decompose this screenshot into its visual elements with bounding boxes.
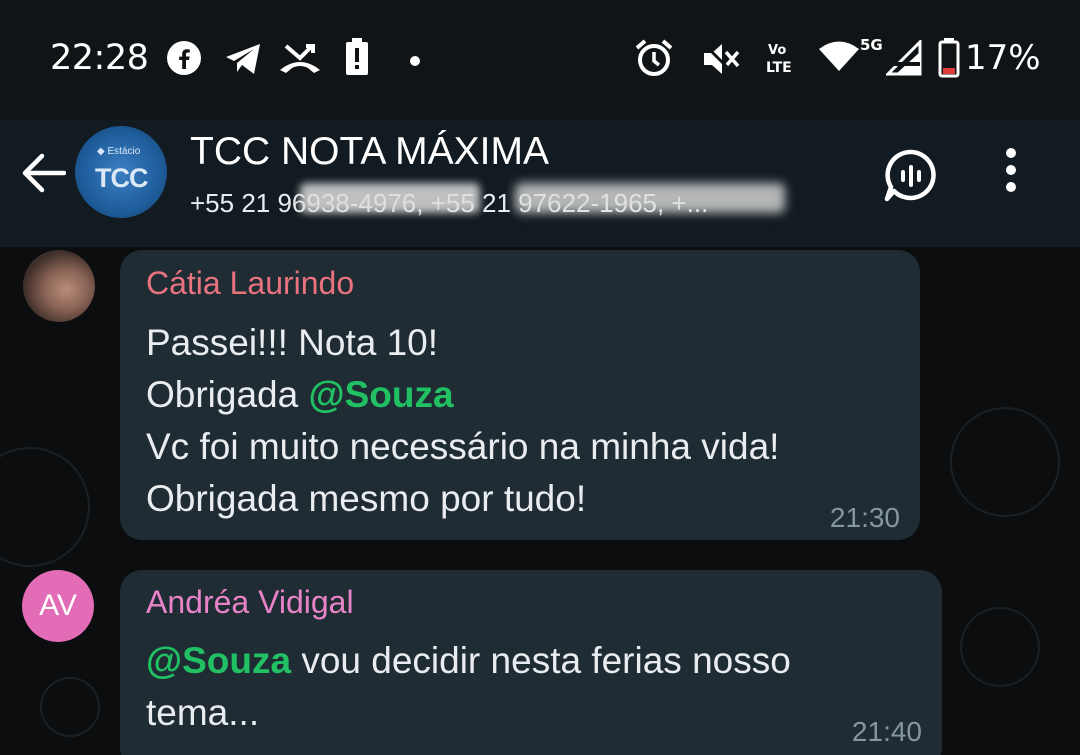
battery-icon xyxy=(938,38,960,82)
volte-icon: Vo LTE xyxy=(766,40,802,80)
network-label: 5G xyxy=(860,36,883,54)
avatar-brand-text: ◆ Estácio xyxy=(97,146,141,157)
redaction-blur xyxy=(515,183,785,213)
sender-name[interactable]: Cátia Laurindo xyxy=(146,265,354,302)
facebook-icon xyxy=(166,40,202,80)
sender-avatar[interactable] xyxy=(23,250,95,322)
status-time: 22:28 xyxy=(50,38,149,78)
more-options-icon[interactable] xyxy=(1004,148,1018,196)
chat-area[interactable]: Cátia Laurindo Passei!!! Nota 10! Obriga… xyxy=(0,247,1080,755)
message-line: Obrigada @Souza xyxy=(146,369,779,421)
message-line: tema... xyxy=(146,692,260,733)
wallpaper-doodle xyxy=(950,407,1060,517)
avatar-logo-text: TCC xyxy=(95,163,148,193)
message-line: Passei!!! Nota 10! xyxy=(146,322,439,363)
group-avatar[interactable]: ◆ Estácio TCC xyxy=(75,126,167,218)
status-bar: 22:28 Vo LTE 5G 17% xyxy=(0,0,1080,120)
dot-icon xyxy=(409,52,421,71)
mute-icon xyxy=(700,40,740,82)
alert-icon xyxy=(344,38,370,80)
message-timestamp: 21:30 xyxy=(829,502,900,533)
message-text: Passei!!! Nota 10! Obrigada @Souza Vc fo… xyxy=(146,317,779,525)
sender-avatar[interactable]: AV xyxy=(22,570,94,642)
message-line: Obrigada mesmo por tudo! xyxy=(146,478,587,519)
chat-header: ◆ Estácio TCC TCC NOTA MÁXIMA +55 21 969… xyxy=(0,120,1080,247)
svg-text:Vo: Vo xyxy=(768,43,786,58)
wallpaper-doodle xyxy=(40,677,100,737)
battery-percent: 17% xyxy=(965,38,1041,78)
back-arrow-icon[interactable] xyxy=(20,150,67,200)
message-line: @Souza vou decidir nesta ferias nosso xyxy=(146,635,791,687)
redaction-blur xyxy=(300,183,480,213)
message-bubble[interactable]: Andréa Vidigal @Souza vou decidir nesta … xyxy=(120,570,942,755)
wallpaper-doodle xyxy=(0,447,90,567)
alarm-icon xyxy=(634,38,674,82)
message-text: @Souza vou decidir nesta ferias nosso te… xyxy=(146,635,791,739)
mention-link[interactable]: @Souza xyxy=(309,374,454,415)
message-timestamp: 21:40 xyxy=(851,716,922,747)
svg-text:LTE: LTE xyxy=(766,60,792,76)
message-bubble[interactable]: Cátia Laurindo Passei!!! Nota 10! Obriga… xyxy=(120,250,920,540)
signal-icon xyxy=(884,38,922,80)
missed-call-icon xyxy=(278,40,322,78)
message-text-prefix: Obrigada xyxy=(146,374,309,415)
telegram-icon xyxy=(224,42,262,80)
voice-chat-icon[interactable] xyxy=(882,147,940,209)
mention-link[interactable]: @Souza xyxy=(146,640,291,681)
sender-name[interactable]: Andréa Vidigal xyxy=(146,584,354,621)
group-title[interactable]: TCC NOTA MÁXIMA xyxy=(190,130,549,174)
message-text-rest: vou decidir nesta ferias nosso xyxy=(291,640,791,681)
wallpaper-doodle xyxy=(960,607,1040,687)
wifi-icon xyxy=(818,40,860,76)
message-line: Vc foi muito necessário na minha vida! xyxy=(146,426,780,467)
